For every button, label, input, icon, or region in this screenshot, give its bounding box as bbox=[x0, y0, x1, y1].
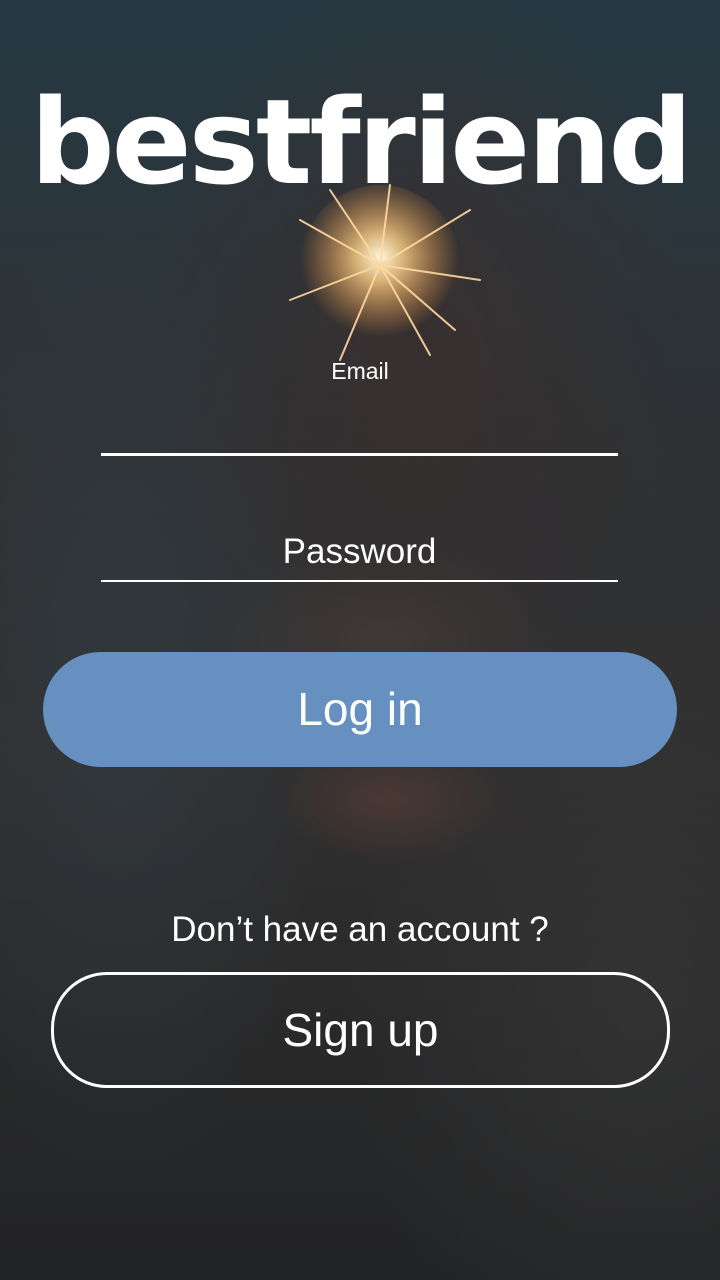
app-logo: bestfriend bbox=[30, 73, 693, 211]
password-field[interactable]: Password bbox=[101, 524, 618, 580]
login-button[interactable]: Log in bbox=[43, 652, 677, 767]
signup-button[interactable]: Sign up bbox=[51, 972, 670, 1088]
email-field[interactable] bbox=[101, 400, 622, 452]
email-label: Email bbox=[331, 358, 389, 384]
password-underline bbox=[101, 580, 618, 582]
email-underline bbox=[101, 453, 618, 456]
no-account-prompt: Don’t have an account ? bbox=[171, 910, 549, 949]
